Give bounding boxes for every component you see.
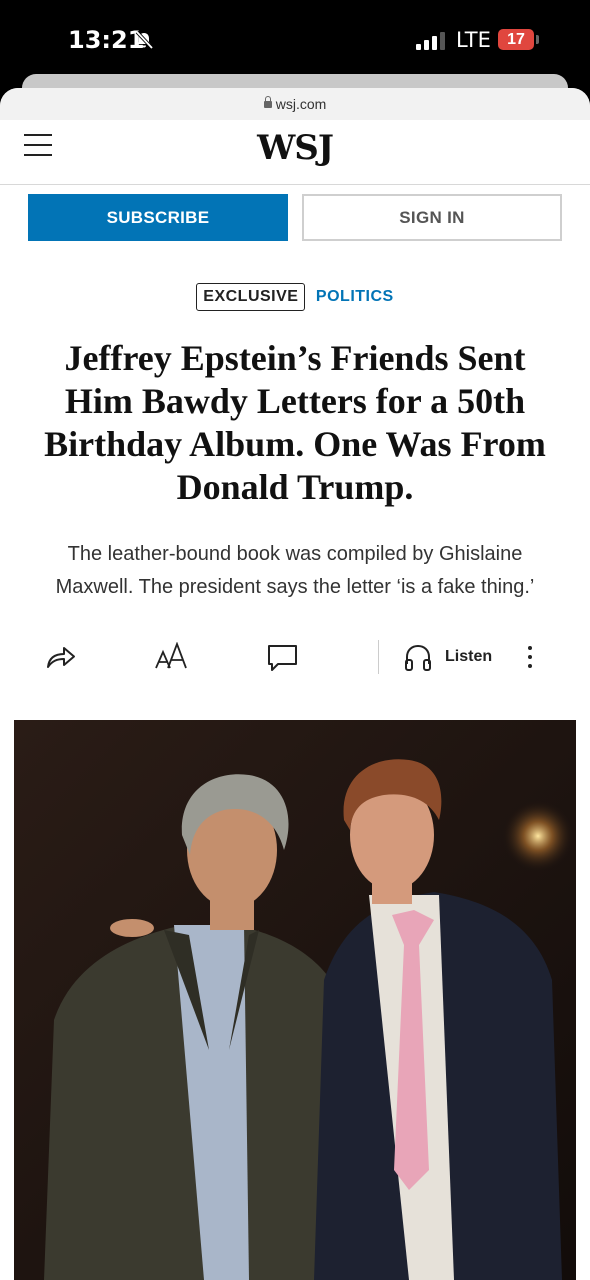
bell-muted-icon <box>135 30 154 50</box>
site-header: WSJ <box>0 120 590 185</box>
url-display[interactable]: wsj.com <box>0 96 590 112</box>
battery-icon: 17 <box>498 29 534 50</box>
article-flags: EXCLUSIVE POLITICS <box>0 283 590 311</box>
subscribe-button[interactable]: SUBSCRIBE <box>28 194 288 241</box>
more-icon[interactable] <box>520 642 540 672</box>
browser-page: wsj.com WSJ SUBSCRIBE SIGN IN EXCLUSIVE … <box>0 88 590 1280</box>
headphones-icon[interactable] <box>402 642 434 674</box>
toolbar-divider <box>378 640 379 674</box>
address-bar[interactable]: wsj.com <box>0 88 590 120</box>
listen-label[interactable]: Listen <box>445 648 492 666</box>
text-size-icon[interactable] <box>154 642 190 672</box>
lock-icon <box>263 96 272 108</box>
sign-in-button[interactable]: SIGN IN <box>302 194 562 241</box>
article-toolbar: Listen <box>0 636 590 680</box>
url-text: wsj.com <box>275 96 327 112</box>
comment-icon[interactable] <box>266 642 300 674</box>
section-link-politics[interactable]: POLITICS <box>316 288 394 306</box>
exclusive-badge: EXCLUSIVE <box>196 283 306 311</box>
network-label: LTE <box>456 28 491 52</box>
status-time: 13:21 <box>68 26 145 54</box>
article-headline: Jeffrey Epstein’s Friends Sent Him Bawdy… <box>44 338 546 507</box>
wsj-logo[interactable]: WSJ <box>0 128 590 168</box>
article-dek: The leather-bound book was compiled by G… <box>55 543 535 598</box>
battery-tip <box>536 35 539 44</box>
article-photo[interactable] <box>14 720 576 1280</box>
share-icon[interactable] <box>44 642 78 672</box>
status-bar: 13:21 LTE 17 <box>0 0 590 80</box>
article-photo-illustration <box>14 720 576 1280</box>
signal-icon <box>416 32 446 50</box>
